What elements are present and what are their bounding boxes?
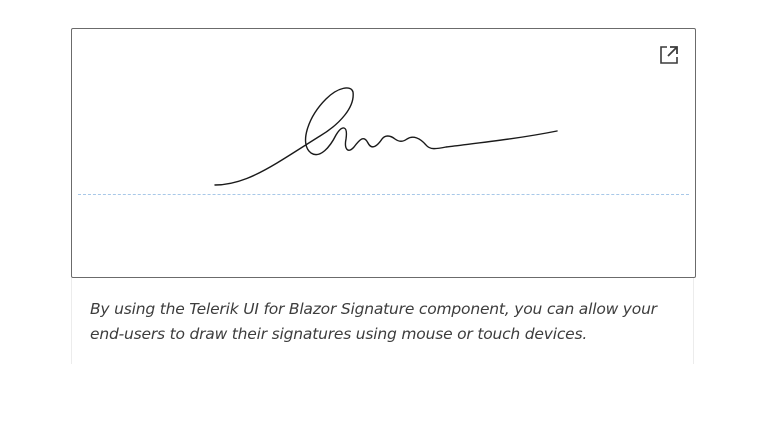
description-line-1: By using the Telerik UI for Blazor Signa… (90, 300, 657, 318)
description-line-2: end-users to draw their signatures using… (90, 325, 588, 343)
maximize-button[interactable] (657, 43, 681, 67)
external-link-icon (660, 46, 678, 64)
signature-demo-card: By using the Telerik UI for Blazor Signa… (71, 28, 696, 364)
signature-canvas[interactable] (72, 29, 695, 277)
description-panel: By using the Telerik UI for Blazor Signa… (71, 278, 694, 364)
description-text: By using the Telerik UI for Blazor Signa… (90, 297, 675, 347)
signature-baseline (78, 194, 689, 195)
signature-stroke (214, 87, 558, 186)
signature-pad[interactable] (71, 28, 696, 278)
